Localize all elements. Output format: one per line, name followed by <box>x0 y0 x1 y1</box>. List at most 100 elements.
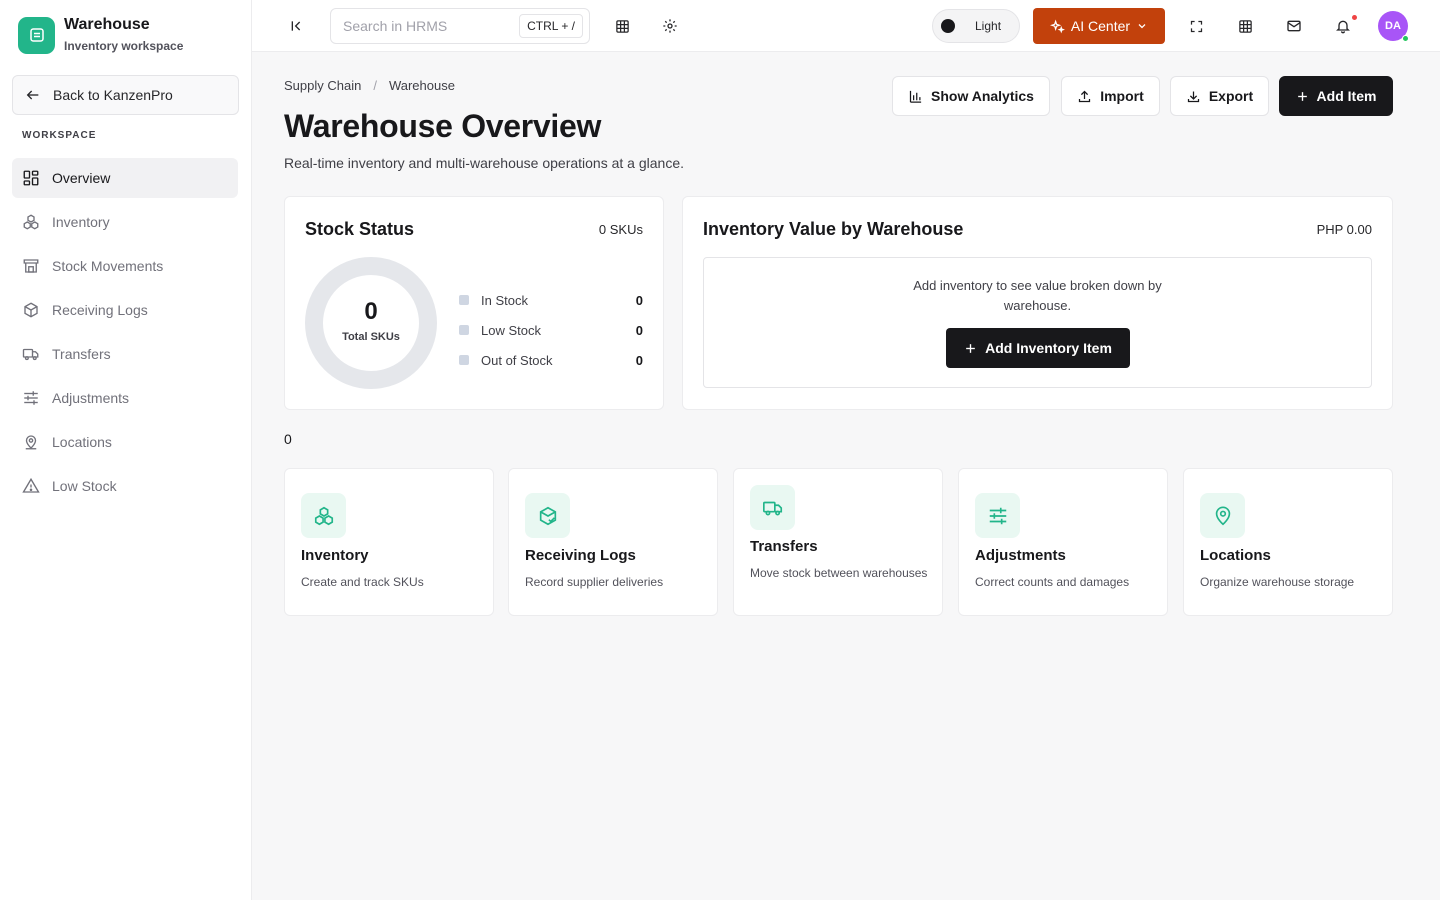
inventory-value-card: Inventory Value by Warehouse PHP 0.00 Ad… <box>682 196 1393 410</box>
sidebar-item-receiving-logs[interactable]: Receiving Logs <box>12 290 238 330</box>
legend-label: Low Stock <box>481 322 541 338</box>
breadcrumb: Supply Chain / Warehouse <box>284 78 455 93</box>
back-button-label: Back to KanzenPro <box>53 87 173 103</box>
theme-toggle-knob <box>941 19 955 33</box>
sparkles-icon <box>1049 19 1065 33</box>
arrow-left-icon <box>26 90 39 100</box>
empty-state-text: Add inventory to see value broken down b… <box>913 278 1162 313</box>
sidebar-item-label: Adjustments <box>52 390 130 406</box>
back-button[interactable]: Back to KanzenPro <box>12 75 239 115</box>
sidebar-item-inventory[interactable]: Inventory <box>12 202 238 242</box>
quick-link-title: Receiving Logs <box>525 547 636 564</box>
legend-value: 0 <box>635 352 643 368</box>
legend-row-out-of-stock: Out of Stock 0 <box>459 345 643 375</box>
download-icon <box>1187 91 1199 102</box>
add-inventory-item-button[interactable]: Add Inventory Item <box>946 328 1130 368</box>
brand-subtitle: Inventory workspace <box>64 39 184 53</box>
sidebar: Warehouse Inventory workspace Back to Ka… <box>0 0 252 900</box>
sidebar-item-adjustments[interactable]: Adjustments <box>12 378 238 418</box>
show-analytics-button[interactable]: Show Analytics <box>892 76 1050 116</box>
legend-label: Out of Stock <box>481 352 553 368</box>
export-button[interactable]: Export <box>1170 76 1269 116</box>
top-bar: Search in HRMS CTRL + / Light AI Center … <box>252 0 1440 52</box>
theme-toggle[interactable]: Light <box>932 9 1020 43</box>
sidebar-item-label: Stock Movements <box>52 258 164 274</box>
mail-icon[interactable] <box>1281 13 1307 39</box>
package-check-icon <box>525 493 570 538</box>
boxes-icon <box>301 493 346 538</box>
page-title: Warehouse Overview <box>284 108 602 144</box>
notification-dot <box>1352 15 1357 20</box>
quick-link-locations[interactable]: Locations Organize warehouse storage <box>1183 468 1393 616</box>
sidebar-item-label: Transfers <box>52 346 111 362</box>
upload-icon <box>1079 90 1091 102</box>
add-item-button[interactable]: Add Item <box>1279 76 1393 116</box>
table-icon[interactable] <box>609 13 635 39</box>
apps-grid-icon[interactable] <box>1232 13 1258 39</box>
quick-link-adjustments[interactable]: Adjustments Correct counts and damages <box>958 468 1168 616</box>
import-button[interactable]: Import <box>1061 76 1160 116</box>
inventory-value-title: Inventory Value by Warehouse <box>703 219 964 239</box>
sidebar-item-transfers[interactable]: Transfers <box>12 334 238 374</box>
stock-status-title: Stock Status <box>305 219 415 239</box>
legend-row-in-stock: In Stock 0 <box>459 285 643 315</box>
sidebar-item-label: Locations <box>52 434 112 450</box>
brand[interactable]: Warehouse Inventory workspace <box>18 15 183 55</box>
boxes-icon <box>23 214 39 230</box>
quick-link-desc: Correct counts and damages <box>975 575 1130 589</box>
quick-link-desc: Move stock between warehouses <box>750 566 928 580</box>
collapse-sidebar-icon[interactable] <box>284 13 310 39</box>
legend-swatch <box>459 295 469 305</box>
breadcrumb-item[interactable]: Supply Chain <box>284 78 361 93</box>
ai-center-button[interactable]: AI Center <box>1033 8 1165 44</box>
add-inventory-item-label: Add Inventory Item <box>985 340 1112 356</box>
sidebar-item-overview[interactable]: Overview <box>12 158 238 198</box>
breadcrumb-item[interactable]: Warehouse <box>389 78 455 93</box>
bar-chart-icon <box>909 90 922 103</box>
stock-legend: In Stock 0 Low Stock 0 Out of Stock 0 <box>459 285 643 375</box>
empty-state: Add inventory to see value broken down b… <box>703 257 1372 388</box>
legend-swatch <box>459 355 469 365</box>
sidebar-item-low-stock[interactable]: Low Stock <box>12 466 238 506</box>
sku-count: 0 SKUs <box>598 222 643 237</box>
sidebar-item-label: Low Stock <box>52 478 117 494</box>
gear-icon[interactable] <box>657 13 683 39</box>
search-placeholder: Search in HRMS <box>343 18 448 34</box>
quick-link-desc: Record supplier deliveries <box>525 575 664 589</box>
quick-link-transfers[interactable]: Transfers Move stock between warehouses <box>733 468 943 616</box>
workspace-section-label: WORKSPACE <box>22 130 97 141</box>
ai-center-label: AI Center <box>1070 18 1131 34</box>
page-subtitle: Real-time inventory and multi-warehouse … <box>284 155 684 171</box>
brand-title: Warehouse <box>64 16 150 33</box>
warning-icon <box>22 477 40 493</box>
breadcrumb-separator: / <box>373 78 377 93</box>
plus-icon <box>1297 91 1307 101</box>
sidebar-item-label: Overview <box>52 170 111 186</box>
sidebar-item-locations[interactable]: Locations <box>12 422 238 462</box>
quick-link-title: Inventory <box>301 547 369 564</box>
show-analytics-label: Show Analytics <box>931 88 1034 104</box>
import-label: Import <box>1100 88 1144 104</box>
search-input[interactable]: Search in HRMS CTRL + / <box>330 8 590 44</box>
export-label: Export <box>1208 88 1254 104</box>
stray-value: 0 <box>284 431 292 447</box>
legend-value: 0 <box>635 292 643 308</box>
sidebar-item-stock-movements[interactable]: Stock Movements <box>12 246 238 286</box>
total-sku-value: 0 <box>364 298 378 325</box>
store-icon <box>23 259 39 273</box>
quick-link-title: Locations <box>1200 547 1271 564</box>
quick-link-inventory[interactable]: Inventory Create and track SKUs <box>284 468 494 616</box>
chevron-down-icon <box>1138 24 1146 29</box>
legend-value: 0 <box>635 322 643 338</box>
sliders-icon <box>24 391 38 405</box>
fullscreen-icon[interactable] <box>1183 13 1209 39</box>
sliders-icon <box>975 493 1020 538</box>
quick-link-title: Transfers <box>750 538 818 555</box>
grid-icon <box>23 170 39 186</box>
truck-icon <box>22 348 39 361</box>
quick-link-receiving-logs[interactable]: Receiving Logs Record supplier deliverie… <box>508 468 718 616</box>
truck-icon <box>750 485 795 530</box>
avatar[interactable]: DA <box>1378 11 1409 42</box>
map-pin-icon <box>25 435 37 450</box>
quick-link-title: Adjustments <box>975 547 1066 564</box>
